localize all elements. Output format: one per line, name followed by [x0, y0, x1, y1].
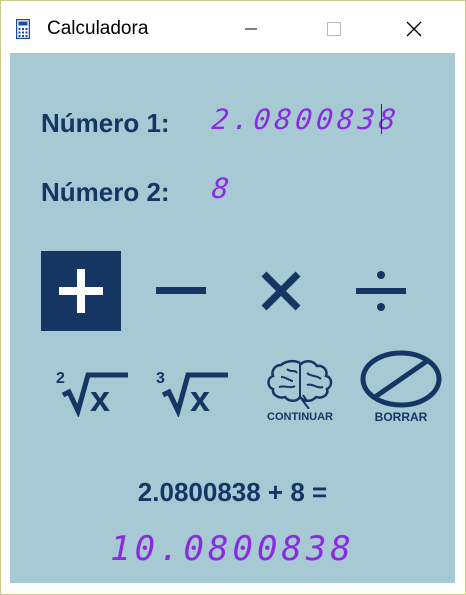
minus-icon	[156, 287, 206, 294]
maximize-icon	[327, 22, 341, 36]
subtract-button[interactable]	[141, 251, 221, 331]
maximize-button[interactable]	[311, 11, 357, 47]
cube-root-button[interactable]: 3 x	[149, 353, 235, 429]
number1-input[interactable]: 2.0800838	[210, 103, 401, 136]
square-root-button[interactable]: 2 x	[49, 353, 135, 429]
result-value: 10.0800838	[110, 529, 355, 569]
brain-icon	[267, 359, 333, 409]
number1-label: Número 1:	[41, 108, 170, 138]
svg-text:2: 2	[56, 370, 65, 387]
divide-button[interactable]	[341, 251, 421, 331]
continue-button[interactable]: CONTINUAR	[257, 351, 343, 427]
cube-root-icon: 3 x	[156, 370, 228, 417]
clear-label: BORRAR	[374, 410, 428, 424]
svg-text:x: x	[190, 378, 210, 417]
times-icon	[261, 271, 301, 311]
result-container: 10.0800838	[10, 529, 455, 569]
calculator-panel: Número 1: 2.0800838 Número 2: 8 2 x 3 x …	[10, 53, 455, 583]
plus-icon	[59, 269, 103, 313]
calculator-app-icon	[16, 19, 30, 39]
close-button[interactable]	[391, 11, 437, 47]
result-expression: 2.0800838 + 8 =	[137, 477, 328, 507]
window-title: Calculadora	[47, 18, 149, 39]
svg-text:3: 3	[156, 370, 165, 387]
number2-input[interactable]: 8	[210, 172, 234, 205]
calculator-window: Calculadora Número 1: 2.0800838 Número 2…	[0, 0, 466, 595]
text-caret	[381, 104, 382, 134]
square-root-icon: 2 x	[56, 370, 128, 417]
minimize-icon	[245, 28, 257, 30]
title-bar: Calculadora	[1, 1, 465, 53]
clear-button[interactable]: BORRAR	[358, 349, 444, 425]
close-icon	[406, 21, 422, 37]
no-entry-icon	[360, 350, 442, 408]
continue-label: CONTINUAR	[267, 411, 333, 423]
number2-label: Número 2:	[41, 177, 170, 207]
divide-icon	[356, 271, 406, 311]
minimize-button[interactable]	[228, 11, 274, 47]
multiply-button[interactable]	[241, 251, 321, 331]
add-button[interactable]	[41, 251, 121, 331]
svg-text:x: x	[90, 378, 110, 417]
